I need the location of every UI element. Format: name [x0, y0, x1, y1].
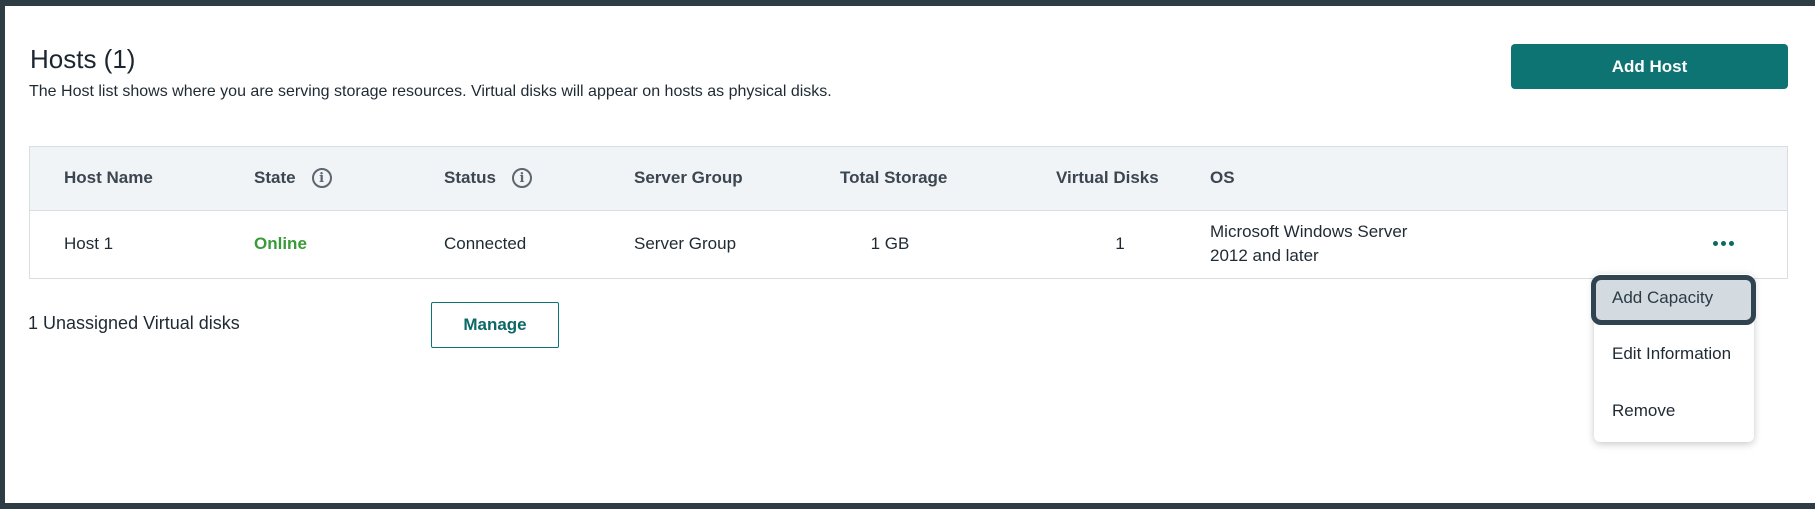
menu-item-label: Add Capacity	[1612, 288, 1714, 307]
host-name-cell: Host 1	[64, 234, 114, 253]
state-cell: Online	[254, 234, 307, 253]
menu-item-add-capacity[interactable]: Add Capacity	[1588, 272, 1758, 325]
table-row[interactable]: Host 1 Online Connected Server Group 1 G…	[30, 210, 1787, 278]
column-header-os[interactable]: OS	[1210, 168, 1235, 188]
total-storage-cell: 1 GB	[870, 234, 910, 253]
menu-item-label: Remove	[1612, 401, 1676, 420]
page-title: Hosts (1)	[30, 44, 136, 74]
row-actions-menu: Add Capacity Edit Information Remove	[1591, 274, 1756, 442]
column-header-host-name[interactable]: Host Name	[64, 168, 153, 188]
column-header-status[interactable]: Status i	[444, 168, 532, 188]
info-icon[interactable]: i	[311, 168, 332, 188]
column-label: OS	[1210, 168, 1235, 187]
hosts-table: Host Name State i Status i Server Group …	[29, 146, 1788, 279]
column-label: Server Group	[634, 168, 743, 187]
unassigned-disks-text: 1 Unassigned Virtual disks	[28, 313, 240, 333]
manage-button[interactable]: Manage	[431, 302, 559, 348]
page-description: The Host list shows where you are servin…	[29, 83, 832, 100]
os-cell: Microsoft Windows Server 2012 and later	[1210, 222, 1408, 265]
column-label: Status	[444, 168, 496, 187]
server-group-cell: Server Group	[634, 234, 737, 253]
column-label: Host Name	[64, 168, 153, 187]
menu-item-label: Edit Information	[1612, 344, 1732, 363]
add-host-button[interactable]: Add Host	[1511, 44, 1788, 89]
column-header-total-storage[interactable]: Total Storage	[840, 168, 947, 188]
menu-item-remove[interactable]: Remove	[1594, 401, 1754, 425]
column-label: State	[254, 168, 296, 187]
status-cell: Connected	[444, 234, 527, 253]
column-header-server-group[interactable]: Server Group	[634, 168, 743, 188]
more-actions-icon[interactable]	[1713, 241, 1734, 246]
info-icon[interactable]: i	[511, 168, 532, 188]
column-header-state[interactable]: State i	[254, 168, 332, 188]
menu-item-edit-information[interactable]: Edit Information	[1594, 344, 1754, 368]
column-label: Virtual Disks	[1056, 168, 1159, 187]
virtual-disks-cell: 1	[1115, 234, 1125, 253]
table-header: Host Name State i Status i Server Group …	[30, 147, 1787, 211]
column-header-virtual-disks[interactable]: Virtual Disks	[1056, 168, 1159, 188]
column-label: Total Storage	[840, 168, 948, 187]
